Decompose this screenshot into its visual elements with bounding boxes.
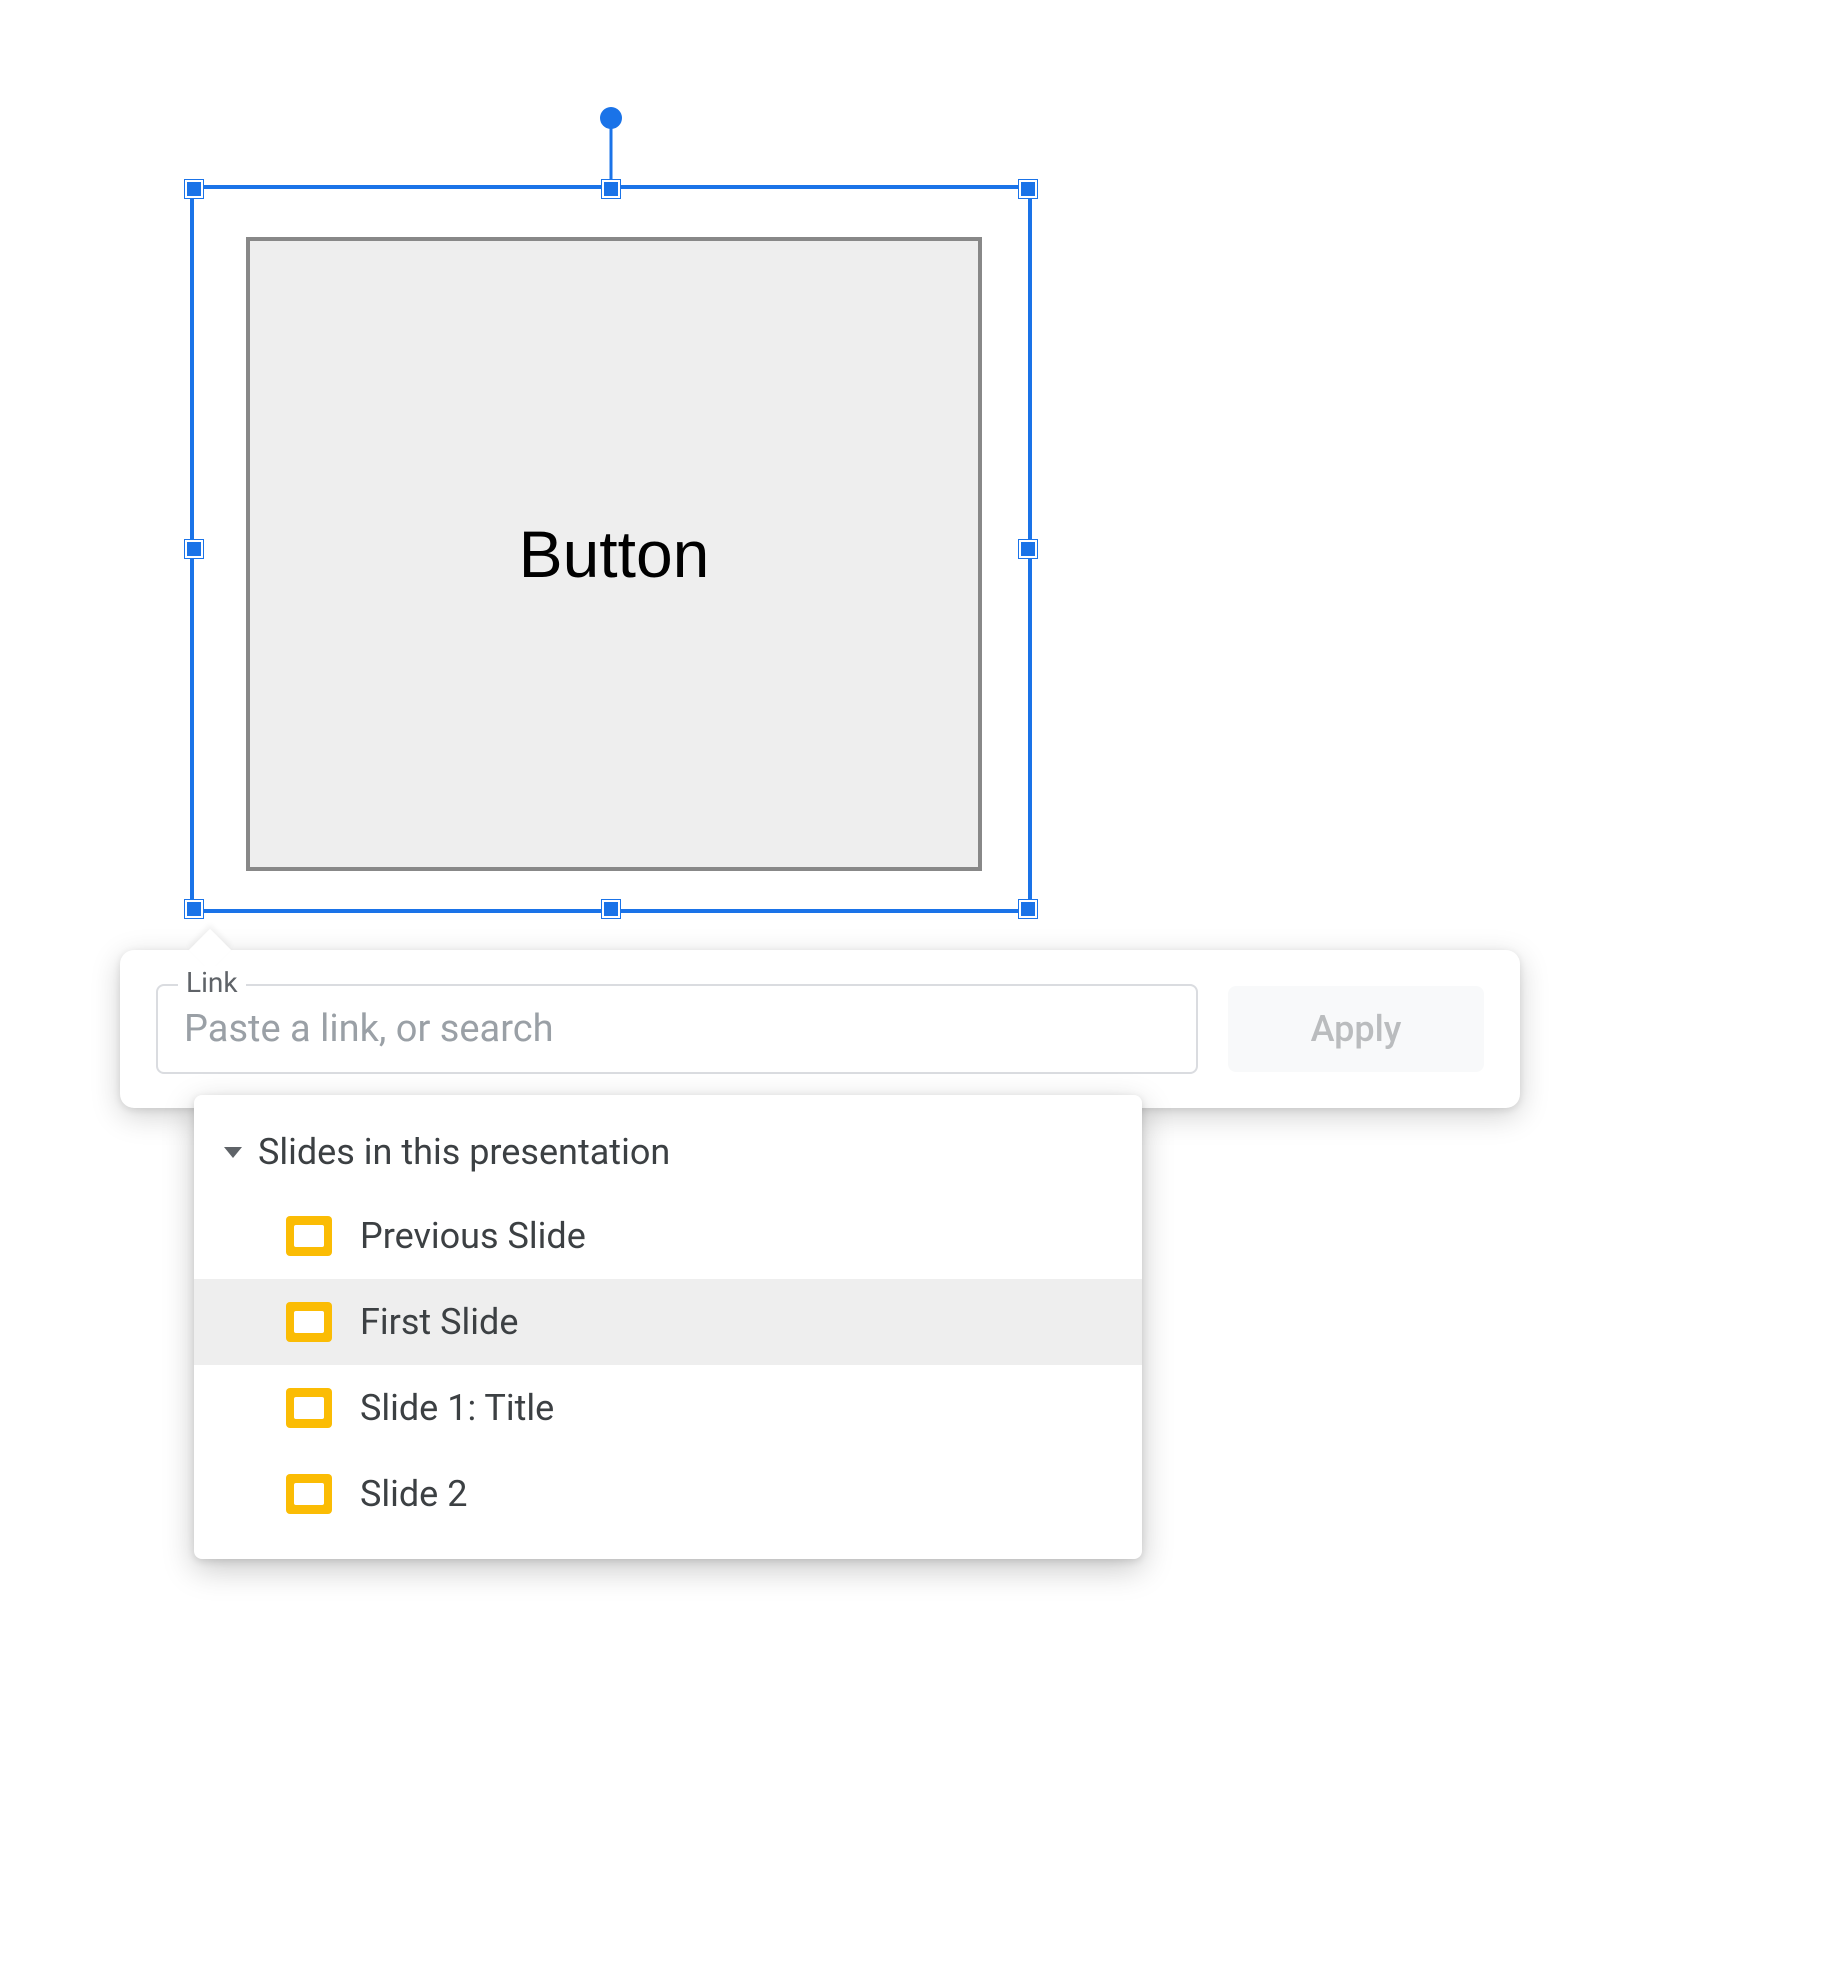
slide-link-label: First Slide <box>360 1301 518 1343</box>
slide-link-option[interactable]: First Slide <box>194 1279 1142 1365</box>
slide-icon <box>286 1474 332 1514</box>
slides-section-header[interactable]: Slides in this presentation <box>194 1117 1142 1187</box>
slide-link-label: Slide 2 <box>360 1473 467 1515</box>
slide-icon <box>286 1216 332 1256</box>
slides-section-label: Slides in this presentation <box>258 1131 670 1173</box>
slide-link-option[interactable]: Slide 2 <box>194 1451 1142 1537</box>
link-field-label: Link <box>178 966 246 999</box>
rotate-handle[interactable] <box>600 107 622 129</box>
slide-link-label: Previous Slide <box>360 1215 586 1257</box>
resize-handle-s[interactable] <box>602 900 620 918</box>
resize-handle-sw[interactable] <box>185 900 203 918</box>
selected-shape[interactable]: Button <box>246 237 982 871</box>
selection-outline[interactable]: Button <box>190 185 1032 913</box>
resize-handle-n[interactable] <box>602 180 620 198</box>
link-suggestions-dropdown: Slides in this presentation Previous Sli… <box>194 1095 1142 1559</box>
apply-button[interactable]: Apply <box>1228 986 1484 1072</box>
slide-link-label: Slide 1: Title <box>360 1387 554 1429</box>
resize-handle-nw[interactable] <box>185 180 203 198</box>
caret-down-icon <box>224 1147 242 1158</box>
slide-link-option[interactable]: Previous Slide <box>194 1193 1142 1279</box>
slide-icon <box>286 1302 332 1342</box>
resize-handle-ne[interactable] <box>1019 180 1037 198</box>
resize-handle-e[interactable] <box>1019 540 1037 558</box>
link-field-wrapper: Link <box>156 984 1198 1074</box>
slides-list: Previous Slide First Slide Slide 1: Title S… <box>194 1193 1142 1537</box>
link-input[interactable] <box>156 984 1198 1074</box>
slide-icon <box>286 1388 332 1428</box>
resize-handle-w[interactable] <box>185 540 203 558</box>
insert-link-popover: Link Apply <box>120 950 1520 1108</box>
popover-pointer <box>189 929 231 971</box>
slide-link-option[interactable]: Slide 1: Title <box>194 1365 1142 1451</box>
resize-handle-se[interactable] <box>1019 900 1037 918</box>
shape-text: Button <box>519 516 710 592</box>
